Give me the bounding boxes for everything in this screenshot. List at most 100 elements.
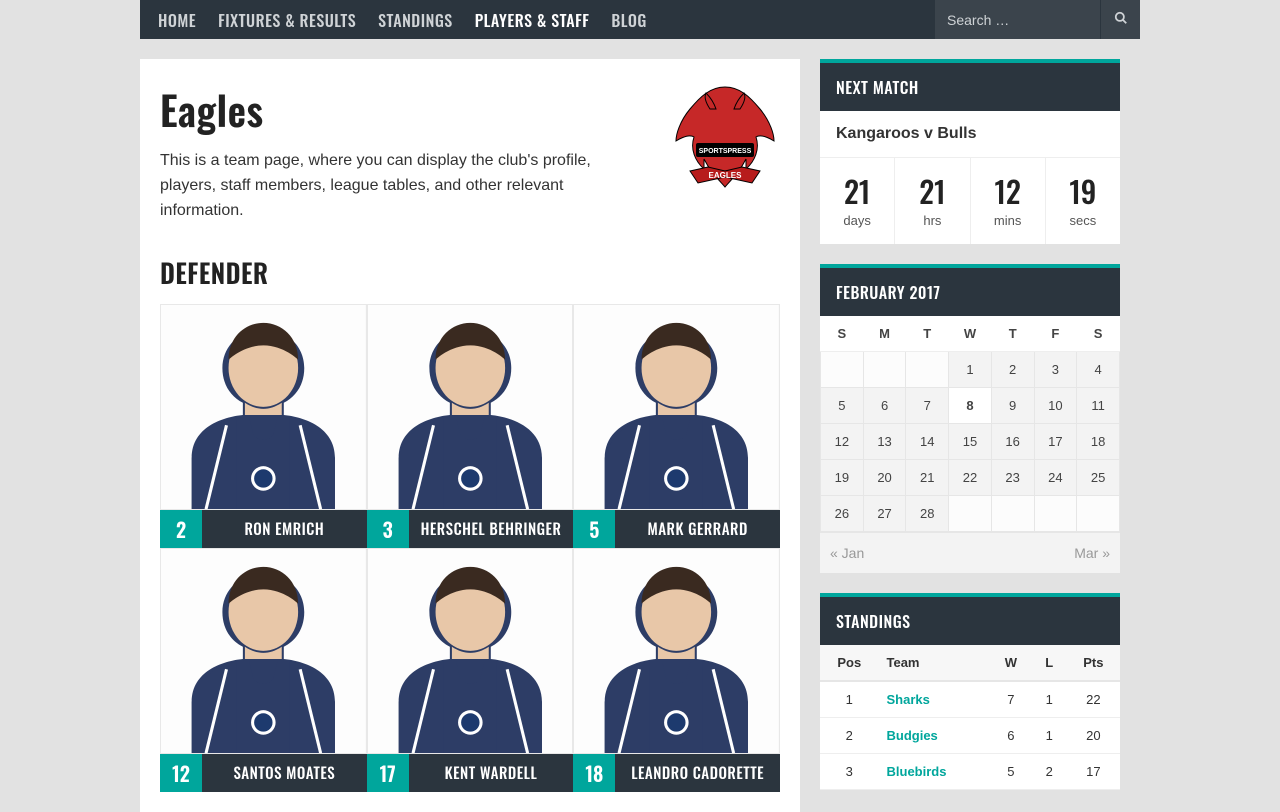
widget-heading: STANDINGS bbox=[820, 597, 1120, 645]
calendar-day[interactable]: 15 bbox=[949, 424, 992, 460]
standings-team-link[interactable]: Sharks bbox=[887, 692, 930, 707]
standings-team-link[interactable]: Budgies bbox=[887, 728, 938, 743]
calendar-day[interactable]: 16 bbox=[991, 424, 1034, 460]
calendar-day[interactable]: 1 bbox=[949, 352, 992, 388]
calendar-table: SMTWTFS 12345678910111213141516171819202… bbox=[820, 316, 1120, 532]
calendar-day[interactable]: 9 bbox=[991, 388, 1034, 424]
countdown-hrs: 21hrs bbox=[895, 158, 970, 244]
calendar-day bbox=[1077, 496, 1120, 532]
countdown-mins: 12mins bbox=[971, 158, 1046, 244]
calendar-day[interactable]: 25 bbox=[1077, 460, 1120, 496]
calendar-day bbox=[949, 496, 992, 532]
svg-text:SPORTSPRESS: SPORTSPRESS bbox=[699, 148, 752, 155]
calendar-day[interactable]: 24 bbox=[1034, 460, 1077, 496]
calendar-day[interactable]: 12 bbox=[821, 424, 864, 460]
calendar-day[interactable]: 2 bbox=[991, 352, 1034, 388]
player-grid: 2 RON EMRICH 3 HERSCHEL BEHRINGER bbox=[160, 304, 780, 791]
standings-col: L bbox=[1032, 645, 1067, 681]
player-card[interactable]: 12 SANTOS MOATES bbox=[160, 548, 367, 792]
widget-heading: FEBRUARY 2017 bbox=[820, 268, 1120, 316]
calendar-day[interactable]: 5 bbox=[821, 388, 864, 424]
player-card[interactable]: 3 HERSCHEL BEHRINGER bbox=[367, 304, 574, 548]
calendar-day[interactable]: 22 bbox=[949, 460, 992, 496]
standings-table: PosTeamWLPts 1Sharks71222Budgies61203Blu… bbox=[820, 645, 1120, 790]
calendar-dow: T bbox=[991, 316, 1034, 352]
player-photo bbox=[367, 304, 574, 510]
calendar-day[interactable]: 11 bbox=[1077, 388, 1120, 424]
standings-col: Pos bbox=[820, 645, 879, 681]
calendar-day[interactable]: 26 bbox=[821, 496, 864, 532]
calendar-dow: M bbox=[863, 316, 906, 352]
standings-row: 2Budgies6120 bbox=[820, 718, 1120, 754]
top-nav: HOME FIXTURES & RESULTS STANDINGS PLAYERS &… bbox=[140, 0, 1140, 39]
standings-row: 3Bluebirds5217 bbox=[820, 754, 1120, 790]
countdown-secs: 19secs bbox=[1046, 158, 1120, 244]
nav-item-fixtures-results[interactable]: FIXTURES & RESULTS bbox=[218, 8, 356, 32]
calendar-day[interactable]: 18 bbox=[1077, 424, 1120, 460]
player-number: 5 bbox=[573, 510, 615, 548]
player-photo bbox=[160, 548, 367, 754]
player-photo bbox=[367, 548, 574, 754]
player-card[interactable]: 18 LEANDRO CADORETTE bbox=[573, 548, 780, 792]
calendar-day[interactable]: 20 bbox=[863, 460, 906, 496]
nav-item-players-staff[interactable]: PLAYERS & STAFF bbox=[475, 8, 590, 32]
calendar-day[interactable]: 19 bbox=[821, 460, 864, 496]
player-name: RON EMRICH bbox=[202, 510, 367, 548]
calendar-day[interactable]: 27 bbox=[863, 496, 906, 532]
player-card[interactable]: 2 RON EMRICH bbox=[160, 304, 367, 548]
player-card[interactable]: 5 MARK GERRARD bbox=[573, 304, 780, 548]
calendar-day[interactable]: 3 bbox=[1034, 352, 1077, 388]
calendar-day bbox=[1034, 496, 1077, 532]
calendar-day[interactable]: 10 bbox=[1034, 388, 1077, 424]
player-name: MARK GERRARD bbox=[615, 510, 780, 548]
team-logo: SPORTSPRESS EAGLES bbox=[670, 79, 780, 209]
calendar-dow: S bbox=[1077, 316, 1120, 352]
calendar-day bbox=[821, 352, 864, 388]
player-number: 12 bbox=[160, 754, 202, 792]
search-button[interactable] bbox=[1100, 0, 1140, 39]
calendar-day[interactable]: 4 bbox=[1077, 352, 1120, 388]
player-number: 2 bbox=[160, 510, 202, 548]
nav-item-blog[interactable]: BLOG bbox=[611, 8, 646, 32]
player-photo bbox=[573, 304, 780, 510]
calendar-day[interactable]: 14 bbox=[906, 424, 949, 460]
standings-team-link[interactable]: Bluebirds bbox=[887, 764, 947, 779]
main-column: Eagles This is a team page, where you ca… bbox=[140, 59, 800, 812]
calendar-dow: T bbox=[906, 316, 949, 352]
widget-next-match: NEXT MATCH Kangaroos v Bulls 21days21hrs… bbox=[820, 59, 1120, 244]
calendar-dow: F bbox=[1034, 316, 1077, 352]
calendar-day bbox=[863, 352, 906, 388]
player-card[interactable]: 17 KENT WARDELL bbox=[367, 548, 574, 792]
next-match-title[interactable]: Kangaroos v Bulls bbox=[820, 111, 1120, 158]
calendar-day bbox=[991, 496, 1034, 532]
player-name: KENT WARDELL bbox=[409, 754, 574, 792]
widget-calendar: FEBRUARY 2017 SMTWTFS 123456789101112131… bbox=[820, 264, 1120, 573]
calendar-day[interactable]: 8 bbox=[949, 388, 992, 424]
calendar-day[interactable]: 6 bbox=[863, 388, 906, 424]
calendar-day[interactable]: 23 bbox=[991, 460, 1034, 496]
standings-row: 1Sharks7122 bbox=[820, 681, 1120, 718]
calendar-next[interactable]: Mar » bbox=[1074, 545, 1110, 561]
calendar-day[interactable]: 17 bbox=[1034, 424, 1077, 460]
countdown: 21days21hrs12mins19secs bbox=[820, 158, 1120, 244]
standings-col: Pts bbox=[1067, 645, 1120, 681]
page-title: Eagles bbox=[160, 79, 640, 139]
calendar-day[interactable]: 21 bbox=[906, 460, 949, 496]
calendar-day[interactable]: 13 bbox=[863, 424, 906, 460]
nav-item-standings[interactable]: STANDINGS bbox=[378, 8, 453, 32]
section-heading-defender: DEFENDER bbox=[160, 253, 780, 292]
search-input[interactable] bbox=[935, 0, 1100, 39]
player-name: SANTOS MOATES bbox=[202, 754, 367, 792]
player-number: 18 bbox=[573, 754, 615, 792]
player-number: 3 bbox=[367, 510, 409, 548]
calendar-day bbox=[906, 352, 949, 388]
search-form bbox=[935, 0, 1140, 39]
calendar-prev[interactable]: « Jan bbox=[830, 545, 864, 561]
widget-heading: NEXT MATCH bbox=[820, 63, 1120, 111]
calendar-dow: S bbox=[821, 316, 864, 352]
nav-item-home[interactable]: HOME bbox=[158, 8, 196, 32]
calendar-day[interactable]: 28 bbox=[906, 496, 949, 532]
calendar-day[interactable]: 7 bbox=[906, 388, 949, 424]
standings-col: Team bbox=[879, 645, 991, 681]
countdown-days: 21days bbox=[820, 158, 895, 244]
